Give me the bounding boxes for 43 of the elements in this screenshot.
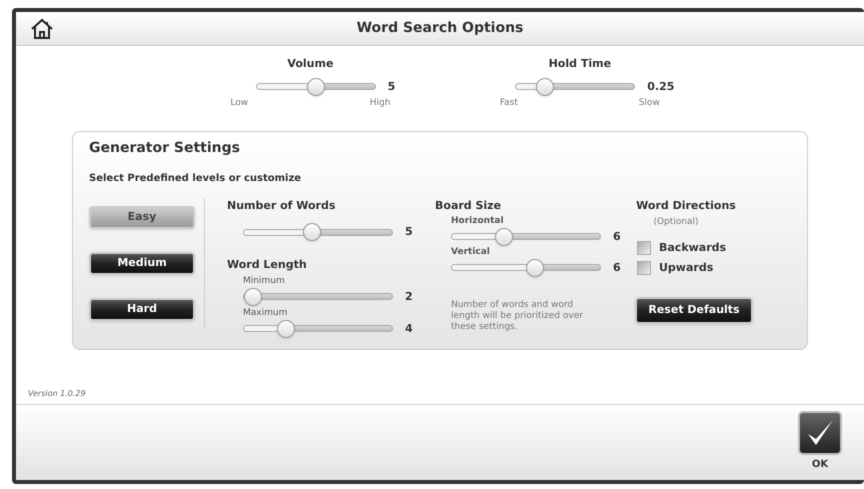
section-label: Word Directions — [636, 198, 736, 214]
slider-label: Hold Time — [548, 56, 612, 72]
slider-label: Minimum — [243, 275, 286, 288]
window-title: Word Search Options — [356, 19, 524, 38]
max-label: Slow — [638, 97, 660, 110]
section-label: Word Length — [227, 256, 308, 272]
checkbox[interactable] — [637, 240, 651, 255]
slider-label: Vertical — [451, 246, 491, 259]
reset-defaults-button[interactable]: Reset Defaults — [635, 296, 753, 324]
slider-value: 2 — [405, 288, 413, 304]
slider-thumb[interactable] — [244, 288, 262, 306]
version-text: Version 1.0.29 — [27, 388, 87, 400]
slider-value: 0.25 — [647, 78, 674, 94]
level-button[interactable]: Medium — [89, 252, 195, 274]
slider-thumb[interactable] — [276, 320, 294, 338]
note-text: Number of words and word length will be prioritized over these settings. — [450, 300, 584, 333]
home-icon[interactable] — [30, 18, 54, 40]
slider-value: 5 — [405, 224, 413, 240]
section-label: Board Size — [435, 198, 502, 214]
checkbox[interactable] — [637, 261, 651, 276]
slider-label: Horizontal — [451, 215, 505, 228]
panel-subtitle: Select Predefined levels or customize — [89, 172, 302, 186]
level-button[interactable]: Easy — [89, 206, 195, 228]
slider-thumb[interactable] — [494, 228, 513, 246]
slider-value: 4 — [405, 320, 413, 336]
slider-label: Maximum — [243, 307, 288, 320]
max-label: High — [370, 97, 390, 110]
level-button[interactable]: Hard — [89, 298, 195, 320]
slider-thumb[interactable] — [526, 258, 544, 277]
checkbox-label: Upwards — [659, 260, 714, 276]
slider-thumb[interactable] — [306, 78, 325, 96]
panel-title: Generator Settings — [89, 138, 241, 158]
slider-label: Volume — [287, 56, 334, 72]
slider-thumb[interactable] — [536, 78, 554, 96]
slider-value: 6 — [613, 260, 621, 276]
slider-value: 5 — [388, 78, 396, 94]
slider-thumb[interactable] — [302, 223, 320, 242]
checkbox-label: Backwards — [659, 240, 726, 256]
section-label: Number of Words — [227, 198, 336, 214]
min-label: Fast — [500, 97, 518, 110]
min-label: Low — [230, 97, 248, 110]
slider-value: 6 — [613, 228, 621, 244]
optional-hint: (Optional) — [653, 216, 699, 229]
